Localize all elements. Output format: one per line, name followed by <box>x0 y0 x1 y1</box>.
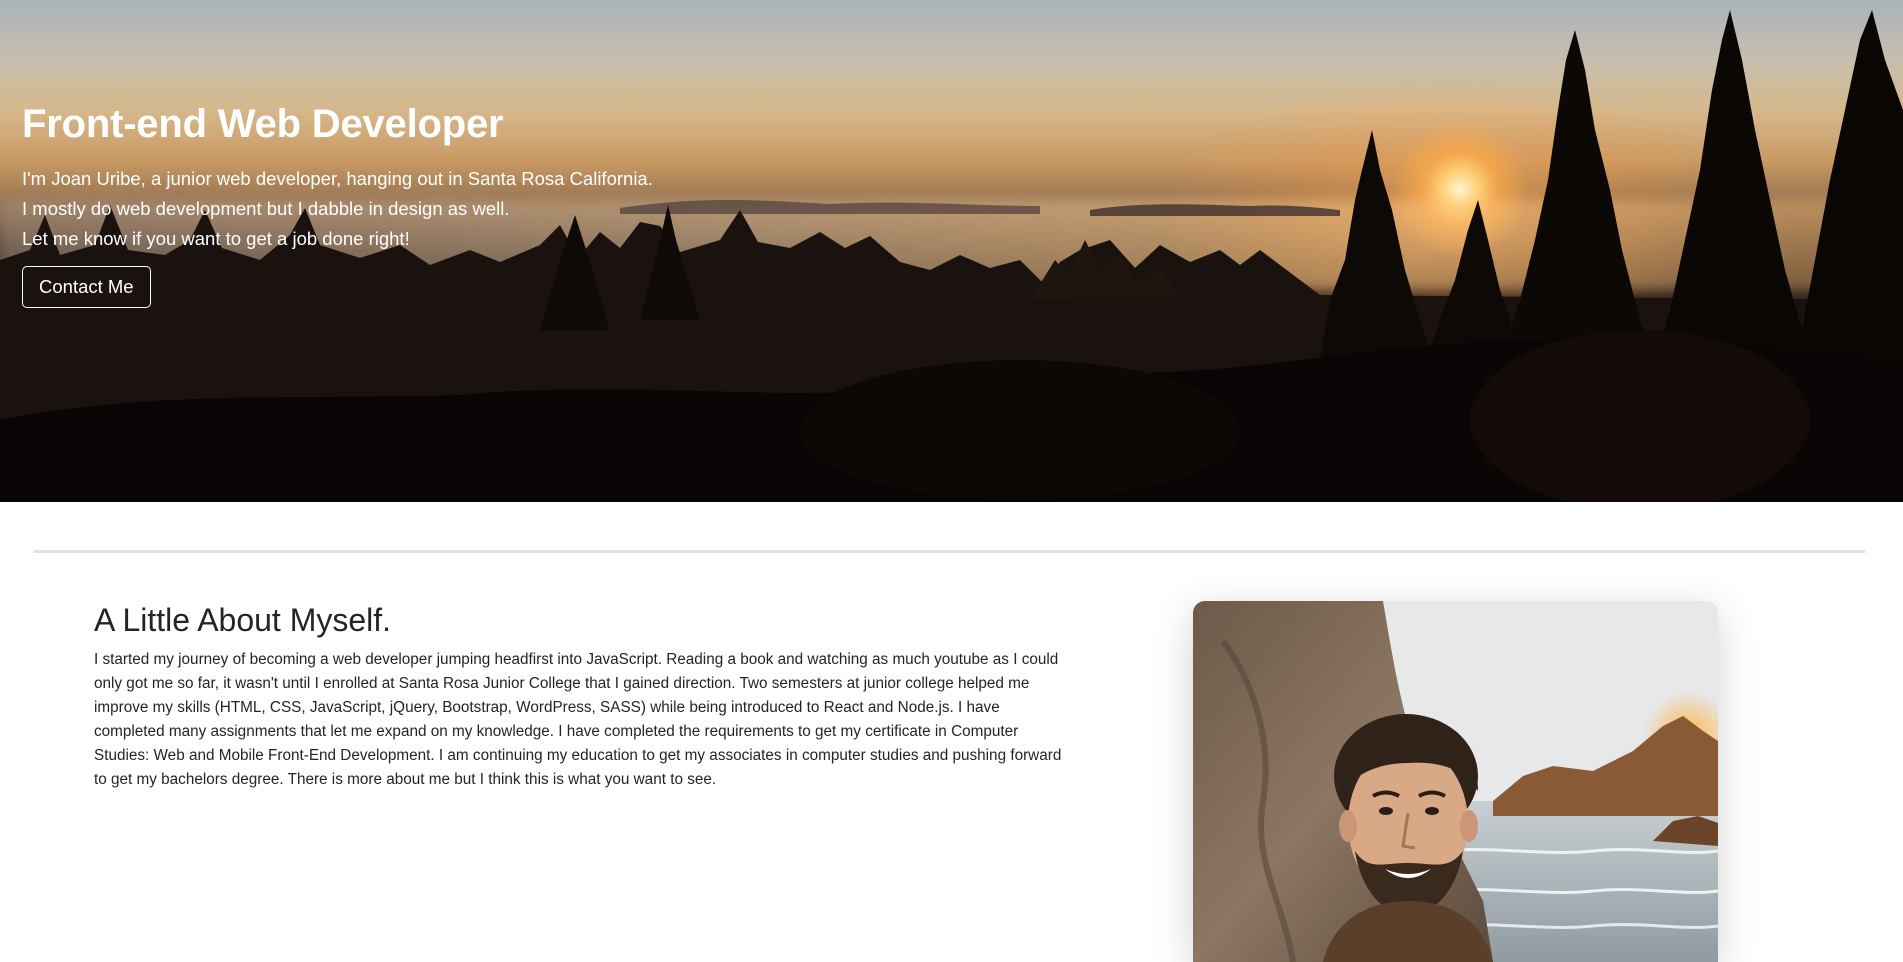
hero-intro-line: I'm Joan Uribe, a junior web developer, … <box>22 168 653 189</box>
section-divider <box>34 550 1865 553</box>
profile-photo <box>1193 601 1718 962</box>
about-title: A Little About Myself. <box>94 602 392 638</box>
hero-title: Front-end Web Developer <box>22 102 504 146</box>
contact-me-button[interactable]: Contact Me <box>22 266 151 308</box>
hero-banner: Front-end Web Developer I'm Joan Uribe, … <box>0 0 1903 502</box>
profile-photo-illustration <box>1193 601 1718 962</box>
about-paragraph: I started my journey of becoming a web d… <box>94 651 1062 788</box>
hero-intro-line: I mostly do web development but I dabble… <box>22 198 510 219</box>
hero-intro-line: Let me know if you want to get a job don… <box>22 228 410 249</box>
hero-content: Front-end Web Developer I'm Joan Uribe, … <box>22 100 653 308</box>
